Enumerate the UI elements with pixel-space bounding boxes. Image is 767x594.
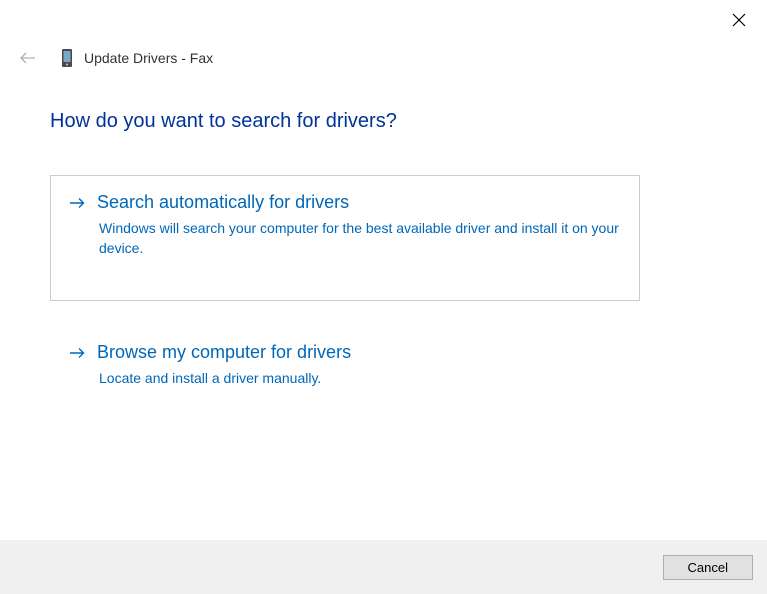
back-button[interactable]	[18, 48, 38, 68]
arrow-right-icon	[69, 197, 85, 209]
wizard-header: Update Drivers - Fax	[18, 48, 213, 68]
close-icon	[732, 13, 746, 27]
option-title: Browse my computer for drivers	[97, 342, 351, 363]
close-button[interactable]	[731, 12, 747, 28]
back-arrow-icon	[20, 52, 36, 64]
option-header: Browse my computer for drivers	[69, 342, 621, 363]
option-title: Search automatically for drivers	[97, 192, 349, 213]
cancel-button[interactable]: Cancel	[663, 555, 753, 580]
option-browse-computer[interactable]: Browse my computer for drivers Locate an…	[50, 325, 640, 410]
wizard-question: How do you want to search for drivers?	[50, 110, 717, 133]
arrow-right-icon	[69, 347, 85, 359]
option-header: Search automatically for drivers	[69, 192, 621, 213]
device-icon	[60, 48, 74, 68]
option-description: Windows will search your computer for th…	[99, 219, 619, 258]
option-search-automatically[interactable]: Search automatically for drivers Windows…	[50, 175, 640, 301]
wizard-footer: Cancel	[0, 540, 767, 594]
wizard-content: How do you want to search for drivers? S…	[50, 110, 717, 434]
option-description: Locate and install a driver manually.	[99, 369, 619, 389]
window-title: Update Drivers - Fax	[84, 50, 213, 66]
